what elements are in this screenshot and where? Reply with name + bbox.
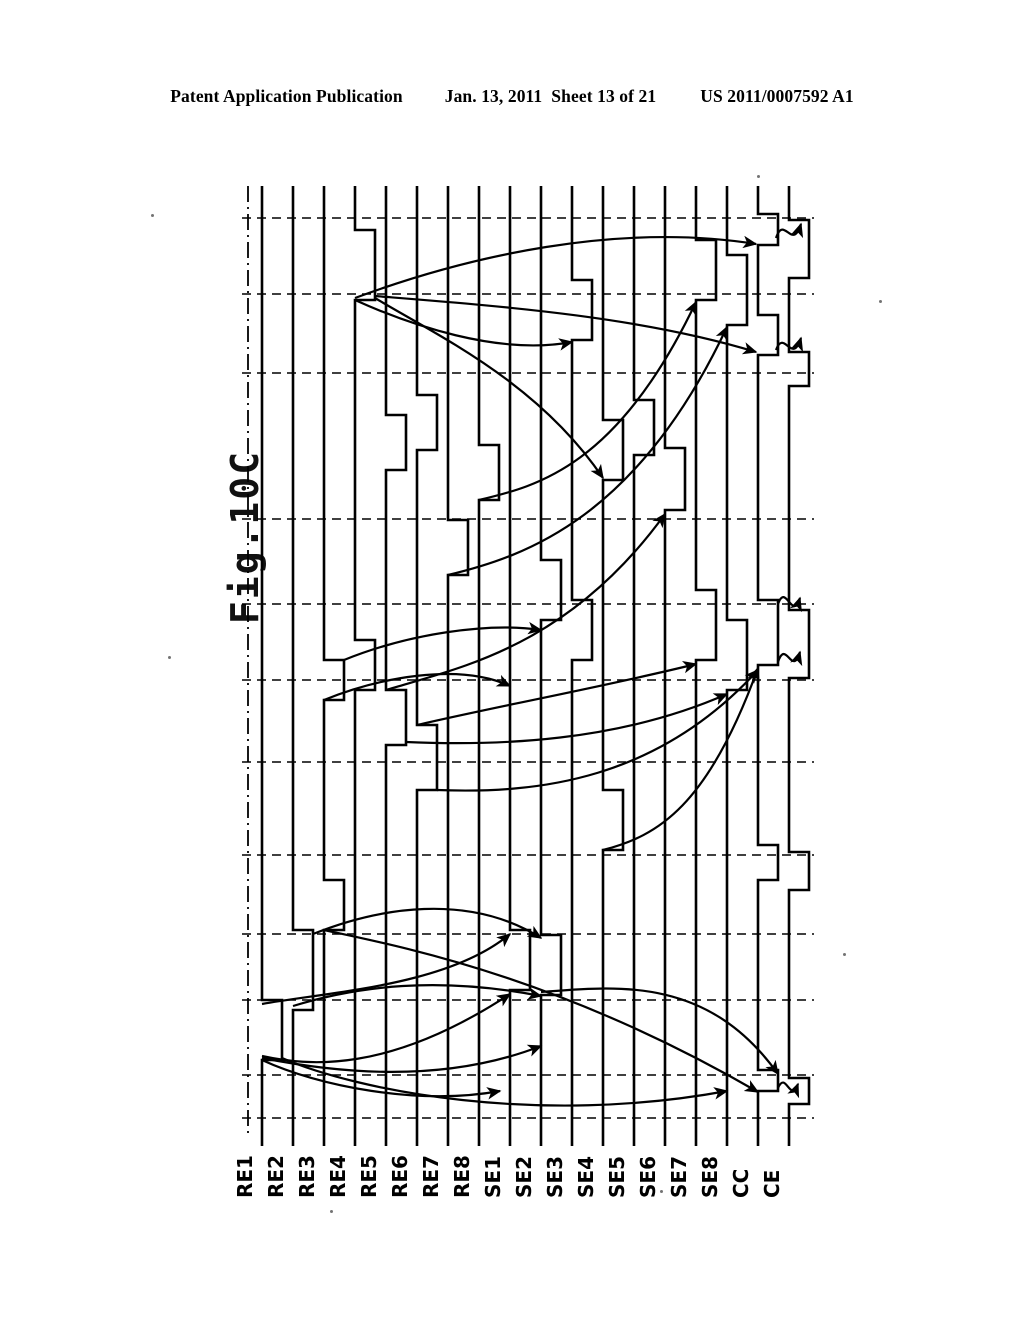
signal-label-row: RE1 RE2 RE3 RE4 RE5 RE6 RE7 RE8 SE1 SE2 SE3 SE4 SE5 S… [233, 1128, 814, 1198]
arrow-4 [281, 1056, 729, 1107]
scan-speck [879, 300, 882, 303]
arrow-15 [436, 668, 759, 792]
scan-speck [660, 1190, 663, 1193]
trace-CE [787, 186, 811, 1146]
arrow-9 [540, 987, 779, 1076]
signal-traces [260, 186, 811, 1146]
trace-SE4 [601, 186, 625, 1146]
arrow-squiggle-4 [774, 222, 804, 239]
signal-label-se6: SE6 [636, 1156, 660, 1198]
arrow-18 [374, 297, 604, 480]
trace-CC [756, 186, 780, 1146]
signal-label-re2: RE2 [264, 1155, 288, 1198]
signal-label-re8: RE8 [450, 1155, 474, 1198]
trace-SE5 [632, 186, 656, 1146]
signal-label-re7: RE7 [419, 1155, 443, 1198]
scan-speck [330, 1210, 333, 1213]
timing-diagram-svg [242, 186, 814, 1146]
arrow-21 [354, 235, 758, 300]
arrow-17 [354, 298, 574, 351]
signal-label-se8: SE8 [698, 1156, 722, 1198]
signal-label-se1: SE1 [481, 1156, 505, 1198]
trace-RE3 [322, 186, 346, 1146]
signal-label-se3: SE3 [543, 1156, 567, 1198]
trace-SE2 [539, 186, 563, 1146]
trace-SE8 [725, 186, 749, 1146]
arrow-12 [385, 512, 666, 692]
signal-label-re1: RE1 [233, 1155, 257, 1198]
signal-label-re4: RE4 [326, 1155, 350, 1198]
signal-label-re6: RE6 [388, 1155, 412, 1198]
scan-speck [151, 214, 154, 217]
trace-RE4 [353, 186, 377, 1146]
trace-RE5 [384, 186, 408, 1146]
signal-label-se4: SE4 [574, 1156, 598, 1198]
sheet-number: Sheet 13 of 21 [551, 86, 657, 106]
arrow-11 [343, 621, 543, 662]
arrow-squiggle-2 [776, 650, 803, 667]
trace-SE1 [508, 186, 532, 1146]
arrow-2 [261, 1044, 543, 1073]
signal-label-se7: SE7 [667, 1156, 691, 1198]
document-number: US 2011/0007592 A1 [700, 86, 854, 106]
arrow-19 [478, 300, 697, 502]
page-header: Patent Application Publication Jan. 13, … [0, 86, 1024, 107]
scan-speck [757, 175, 760, 178]
signal-label-re3: RE3 [295, 1155, 319, 1198]
publication-label: Patent Application Publication [170, 86, 403, 106]
trace-SE7 [694, 186, 718, 1146]
arrow-16 [602, 666, 760, 852]
scan-speck [168, 656, 171, 659]
signal-label-ce: CE [760, 1169, 784, 1198]
arrow-squiggle-1 [776, 1081, 800, 1099]
signal-label-re5: RE5 [357, 1155, 381, 1198]
publication-date: Jan. 13, 2011 [444, 86, 543, 106]
signal-label-se2: SE2 [512, 1156, 536, 1198]
signal-label-cc: CC [729, 1168, 753, 1198]
arrow-13 [416, 661, 698, 727]
signal-label-se5: SE5 [605, 1156, 629, 1198]
scan-speck [843, 953, 846, 956]
timing-diagram [238, 186, 814, 1146]
